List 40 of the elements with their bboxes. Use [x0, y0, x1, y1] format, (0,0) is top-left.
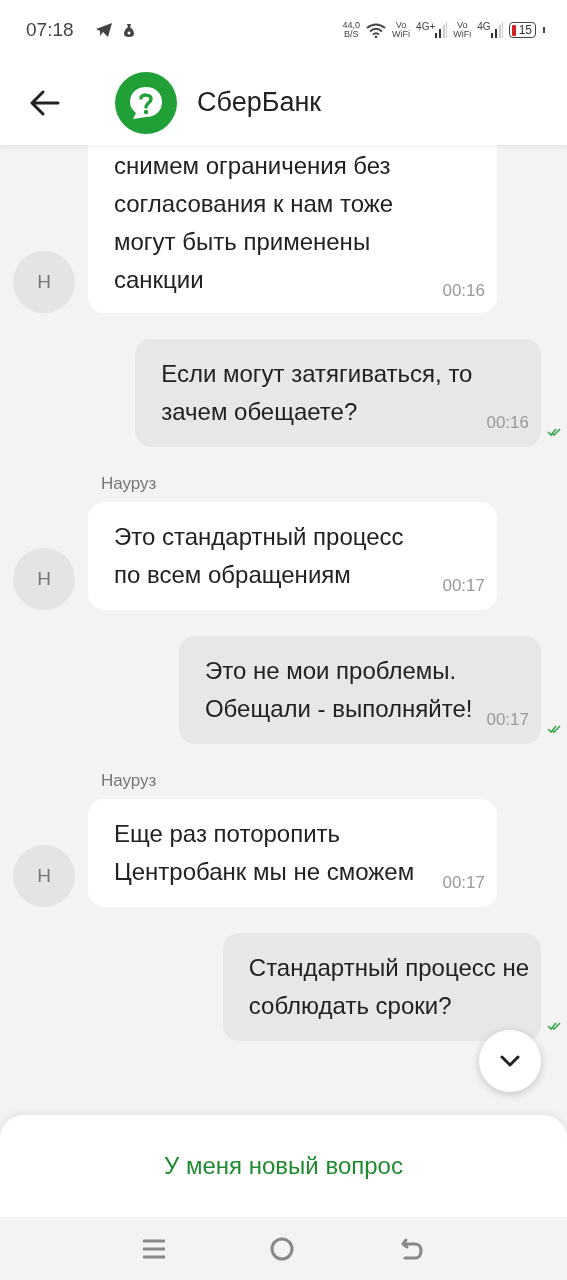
message-text: Это не мои проблемы. Обещали - выполняйте!: [204, 656, 473, 724]
message-text: Это стандартный процесс по всем обращениям: [114, 522, 404, 590]
call-label: Vo: [395, 21, 407, 30]
message-time: 00:17: [485, 710, 529, 730]
pouch-icon: [123, 23, 134, 37]
message-text: Если могут затягиваться, то зачем обещаете?: [161, 359, 473, 427]
network-label: 4G+: [416, 22, 436, 32]
sender-name: Науруз: [101, 770, 158, 792]
call-label: WiFi: [392, 30, 411, 39]
wifi-icon: [366, 22, 387, 38]
avatar: Н: [13, 548, 75, 610]
signal-icon: [435, 22, 448, 38]
back-icon[interactable]: [400, 1236, 425, 1261]
speed-unit: B/S: [344, 30, 359, 39]
chat-title: СберБанк: [197, 87, 322, 118]
message-time: 00:16: [441, 281, 485, 301]
avatar: Н: [13, 845, 75, 907]
scroll-down-button[interactable]: [479, 1030, 541, 1092]
new-question-button[interactable]: У меня новый вопрос: [0, 1115, 567, 1217]
call-label: WiFi: [453, 30, 472, 39]
speed-value: 44,0: [342, 21, 361, 30]
call-label: Vo: [457, 21, 468, 30]
clock-time: 07:18: [26, 19, 74, 41]
back-arrow-icon[interactable]: [30, 89, 60, 116]
signal-icon: [490, 22, 503, 38]
message-text: Стандартный процесс не соблюдать сроки?: [248, 953, 529, 1021]
avatar: Н: [13, 251, 75, 313]
message-time: 00:17: [441, 576, 485, 596]
paper-plane-icon: [95, 23, 112, 37]
sender-name: Науруз: [101, 473, 158, 495]
message-text: снимем ограничения без согласования к нам тоже могут быть применены санкции: [114, 151, 394, 295]
battery-percent: 15: [518, 23, 532, 37]
chevron-down-icon: [500, 1055, 520, 1067]
network-label: 4G: [477, 22, 491, 32]
message-text: Еще раз поторопить Центробанк мы не сможем: [114, 819, 415, 887]
home-icon[interactable]: [270, 1236, 295, 1261]
chat-logo-icon: [115, 71, 177, 134]
menu-icon[interactable]: [142, 1237, 165, 1260]
message-time: 00:16: [485, 413, 529, 433]
message-time: 00:17: [441, 873, 485, 893]
